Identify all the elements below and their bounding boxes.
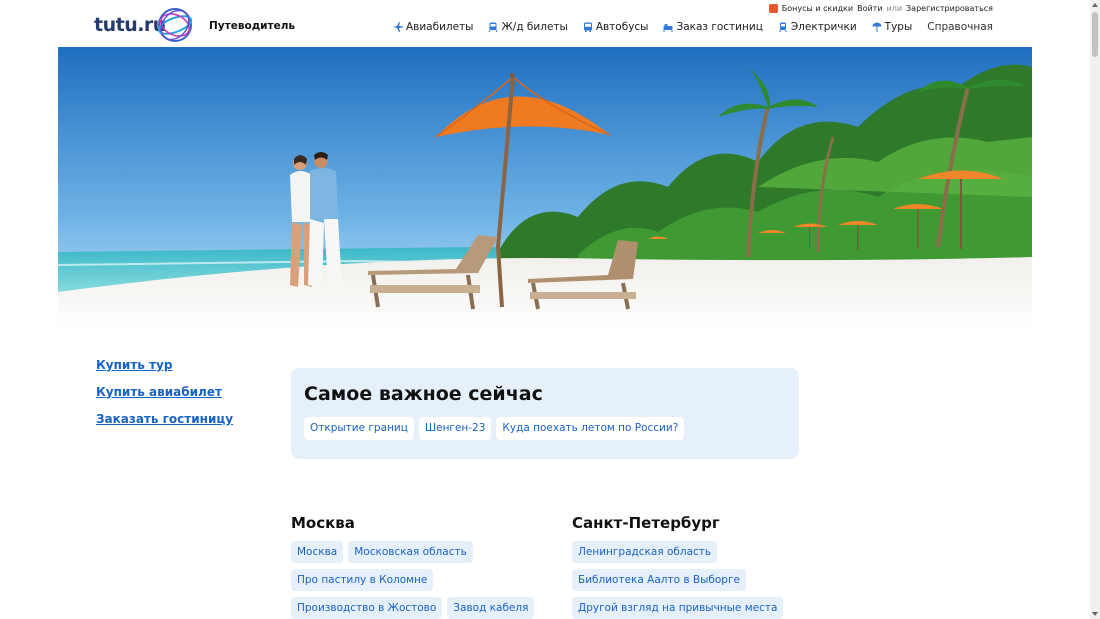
nav-suburban[interactable]: Электрички: [778, 21, 857, 33]
suburban-train-icon: [778, 22, 787, 32]
main-nav: Авиабилеты Ж/д билеты Автобусы Заказ гос…: [392, 21, 993, 33]
nav-suburban-label: Электрички: [790, 21, 857, 33]
important-now-card: Самое важное сейчас Открытие границ Шенг…: [291, 368, 799, 459]
hero-banner: [58, 47, 1032, 332]
beach-illustration: [58, 47, 1032, 332]
globe-icon: [157, 8, 193, 42]
tag-kolomna-pastila[interactable]: Про пастилу в Коломне: [291, 569, 434, 591]
login-link[interactable]: Войти: [857, 4, 882, 13]
or-text: или: [886, 4, 903, 13]
bonuses-link[interactable]: Бонусы и скидки: [782, 4, 853, 13]
nav-avia[interactable]: Авиабилеты: [392, 21, 474, 33]
city-spb: Санкт-Петербург Ленинградская область Би…: [572, 514, 812, 619]
buy-tour-link[interactable]: Купить тур: [96, 358, 233, 373]
header: tutu.ru Путеводитель Бонусы и скидки Вой…: [0, 0, 1090, 47]
important-chips: Открытие границ Шенген-23 Куда поехать л…: [304, 417, 685, 440]
chip-borders-open[interactable]: Открытие границ: [304, 417, 414, 440]
nav-reference[interactable]: Справочная: [927, 21, 993, 33]
tag-moscow[interactable]: Москва: [291, 541, 344, 563]
plane-icon: [392, 22, 403, 32]
scroll-down-arrow-icon[interactable]: [1092, 612, 1098, 616]
tag-leningrad-region[interactable]: Ленинградская область: [572, 541, 718, 563]
scroll-thumb[interactable]: [1092, 12, 1098, 57]
city-spb-title: Санкт-Петербург: [572, 514, 720, 532]
nav-avia-label: Авиабилеты: [405, 21, 474, 33]
tag-new-look[interactable]: Другой взгляд на привычные места: [572, 597, 784, 619]
buy-flight-link[interactable]: Купить авиабилет: [96, 385, 233, 400]
nav-train[interactable]: Ж/д билеты: [488, 21, 568, 33]
register-link[interactable]: Зарегистрироваться: [906, 4, 993, 13]
chip-schengen[interactable]: Шенген-23: [418, 417, 492, 440]
tag-moscow-region[interactable]: Московская область: [348, 541, 473, 563]
book-hotel-link[interactable]: Заказать гостиницу: [96, 412, 233, 427]
side-links: Купить тур Купить авиабилет Заказать гос…: [96, 358, 233, 439]
tutu-logo[interactable]: tutu.ru: [94, 5, 202, 45]
hotel-icon: [663, 24, 673, 32]
nav-bus-label: Автобусы: [595, 21, 649, 33]
nav-tours[interactable]: Туры: [872, 21, 913, 33]
section-title: Путеводитель: [209, 20, 296, 32]
city-moscow-title: Москва: [291, 514, 355, 532]
scroll-up-arrow-icon[interactable]: [1092, 3, 1098, 7]
tag-cable-factory[interactable]: Завод кабеля: [447, 597, 535, 619]
nav-hotel[interactable]: Заказ гостиниц: [663, 21, 763, 33]
auth-bar: Бонусы и скидки Войти или Зарегистрирова…: [768, 4, 993, 13]
important-now-title: Самое важное сейчас: [304, 383, 543, 405]
nav-tours-label: Туры: [884, 21, 913, 33]
bus-icon: [583, 22, 592, 32]
page-scrollbar[interactable]: [1090, 0, 1100, 619]
nav-train-label: Ж/д билеты: [501, 21, 568, 33]
gift-icon: [768, 4, 778, 13]
train-icon: [489, 22, 498, 32]
nav-hotel-label: Заказ гостиниц: [676, 21, 763, 33]
nav-reference-label: Справочная: [927, 21, 993, 33]
chip-summer-russia[interactable]: Куда поехать летом по России?: [496, 417, 685, 440]
city-moscow: Москва Москва Московская область Про пас…: [291, 514, 535, 619]
tag-aalto-library[interactable]: Библиотека Аалто в Выборге: [572, 569, 746, 591]
tag-zhostovo[interactable]: Производство в Жостово: [291, 597, 443, 619]
nav-bus[interactable]: Автобусы: [583, 21, 649, 33]
tours-icon: [872, 22, 882, 32]
